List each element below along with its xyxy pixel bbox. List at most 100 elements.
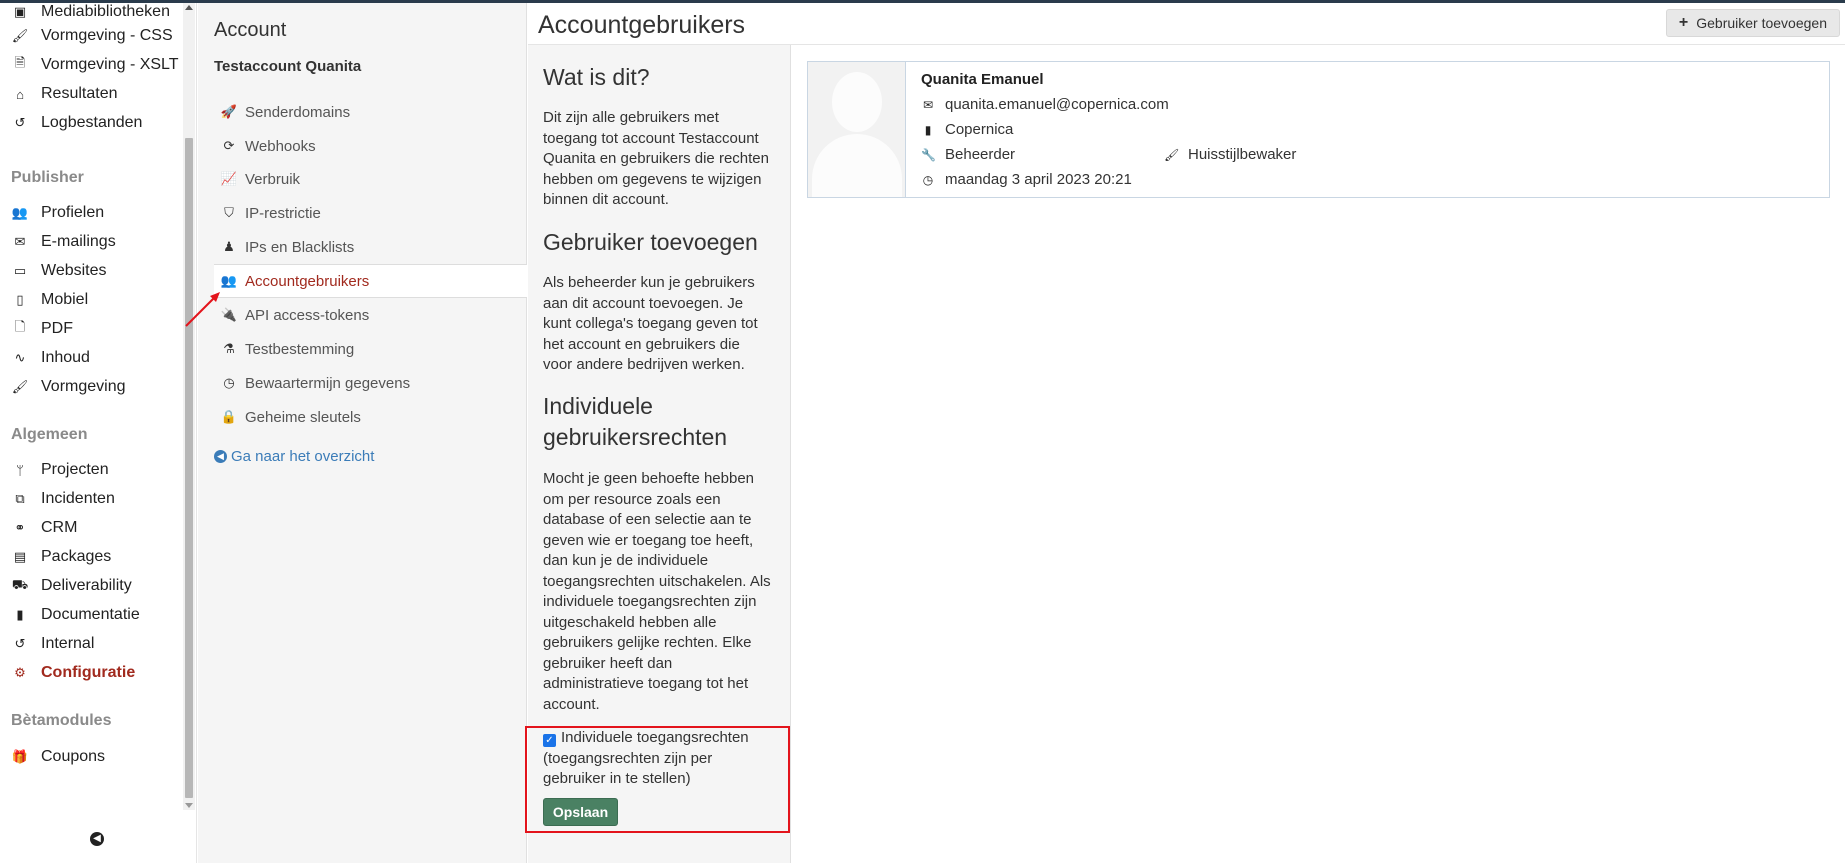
nav-item-e-mailings[interactable]: ✉ E-mailings xyxy=(0,229,180,255)
nav-item-websites[interactable]: ▭ Websites xyxy=(0,258,180,284)
add-user-button-label: Gebruiker toevoegen xyxy=(1696,15,1827,31)
nav-item-vormgeving-xslt[interactable]: 🗎 Vormgeving - XSLT xyxy=(0,52,180,78)
nav-heading-publisher: Publisher xyxy=(11,169,84,186)
shield-icon: ⛉ xyxy=(224,205,234,220)
lock-icon: 🔒 xyxy=(220,409,238,424)
file-pdf-icon: 🗋 xyxy=(14,319,26,334)
submenu-item-accountgebruikers[interactable]: 👥 Accountgebruikers xyxy=(214,264,527,298)
nav-item-configuratie[interactable]: ⚙ Configuratie xyxy=(0,660,180,686)
heading-individual-rights: Individuele gebruikersrechten xyxy=(543,393,728,450)
cogs-icon: ⚙ xyxy=(14,665,26,680)
annotation-arrow-icon xyxy=(185,292,220,327)
paragraph-add-user: Als beheerder kun je gebruikers aan dit … xyxy=(543,274,758,373)
wrench-icon: 🔧 xyxy=(921,147,936,162)
collapse-sidebar-icon[interactable]: ◀ xyxy=(90,832,104,846)
submenu-item-bewaartermijn-gegevens[interactable]: ◷ Bewaartermijn gegevens xyxy=(214,366,527,400)
nav-item-packages[interactable]: ▤ Packages xyxy=(0,544,180,570)
user-secret-icon: ♟ xyxy=(223,239,235,254)
nav-heading-algemeen: Algemeen xyxy=(11,426,88,443)
rocket-icon: 🚀 xyxy=(220,104,238,119)
user-card[interactable]: Quanita Emanuel ✉ quanita.emanuel@copern… xyxy=(807,61,1830,198)
flask-icon: ⚗ xyxy=(223,341,235,356)
scrollbar-thumb[interactable] xyxy=(185,138,193,798)
sidebar-scrollbar[interactable] xyxy=(183,3,195,810)
paragraph-individual-rights: Mocht je geen behoefte hebben om per res… xyxy=(543,470,771,713)
nav-item-projecten[interactable]: ᛘ Projecten xyxy=(0,457,180,483)
submenu-item-webhooks[interactable]: ⟳ Webhooks xyxy=(214,129,527,163)
desktop-icon: ▭ xyxy=(13,263,27,278)
file-code-icon: 🗎 xyxy=(14,55,26,70)
brush-icon: 🖌 xyxy=(11,28,29,43)
paragraph-what-is-this: Dit zijn alle gebruikers met toegang tot… xyxy=(543,109,769,208)
id-card-icon: ▤ xyxy=(13,549,27,564)
history-icon: ↺ xyxy=(14,115,26,130)
nav-item-mediabibliotheken[interactable]: ▣ Mediabibliotheken xyxy=(0,0,180,25)
page-header: Accountgebruikers + Gebruiker toevoegen xyxy=(528,3,1845,45)
users-icon: 👥 xyxy=(11,205,29,220)
nav-item-logbestanden[interactable]: ↺ Logbestanden xyxy=(0,110,180,136)
image-icon: ▣ xyxy=(13,4,27,19)
user-name: Quanita Emanuel xyxy=(921,71,1044,88)
add-user-button[interactable]: + Gebruiker toevoegen xyxy=(1665,9,1840,37)
gift-icon: 🎁 xyxy=(11,749,29,764)
submenu-item-senderdomains[interactable]: 🚀 Senderdomains xyxy=(214,95,527,129)
inbox-icon: ⌂ xyxy=(16,86,24,102)
scroll-down-arrow-icon[interactable] xyxy=(185,803,193,808)
user-last-login: maandag 3 april 2023 20:21 xyxy=(945,171,1132,188)
heading-what-is-this: Wat is dit? xyxy=(543,64,650,90)
avatar-placeholder-head xyxy=(832,72,882,132)
user-role-huisstijlbewaker: Huisstijlbewaker xyxy=(1188,146,1297,163)
brush-icon: 🖌 xyxy=(1164,147,1180,162)
back-to-overview-link[interactable]: ◀ Ga naar het overzicht xyxy=(214,448,374,465)
nav-item-internal[interactable]: ↺ Internal xyxy=(0,631,180,657)
submenu-item-ip-restrictie[interactable]: ⛉ IP-restrictie xyxy=(214,196,527,230)
nav-item-vormgeving-css[interactable]: 🖌 Vormgeving - CSS xyxy=(0,23,180,49)
submenu-title: Account xyxy=(214,19,287,41)
nav-item-deliverability[interactable]: ⛟ Deliverability xyxy=(0,573,180,599)
envelope-icon: ✉ xyxy=(14,234,26,249)
submenu-item-ips-en-blacklists[interactable]: ♟ IPs en Blacklists xyxy=(214,230,527,264)
nav-item-profielen[interactable]: 👥 Profielen xyxy=(0,200,180,226)
user-last-login-row: ◷ maandag 3 april 2023 20:21 xyxy=(921,171,1132,188)
back-link-label: Ga naar het overzicht xyxy=(231,448,375,465)
brush-icon: 🖌 xyxy=(11,379,29,394)
nav-item-incidenten[interactable]: ⧉ Incidenten xyxy=(0,486,180,512)
submenu-item-geheime-sleutels[interactable]: 🔒 Geheime sleutels xyxy=(214,400,527,434)
envelope-icon: ✉ xyxy=(922,97,934,112)
user-role-beheerder: Beheerder xyxy=(945,146,1016,163)
nav-item-vormgeving[interactable]: 🖌 Vormgeving xyxy=(0,374,180,400)
avatar xyxy=(808,62,906,197)
nav-item-crm[interactable]: ⚭ CRM xyxy=(0,515,180,541)
nav-item-inhoud[interactable]: ∿ Inhoud xyxy=(0,345,180,371)
heading-add-user: Gebruiker toevoegen xyxy=(543,229,758,255)
users-icon: 👥 xyxy=(220,273,238,288)
submenu-item-api-access-tokens[interactable]: 🔌 API access-tokens xyxy=(214,298,527,332)
nav-item-pdf[interactable]: 🗋 PDF xyxy=(0,316,180,342)
clock-icon: ◷ xyxy=(223,375,235,390)
nav-item-mobiel[interactable]: ▯ Mobiel xyxy=(0,287,180,313)
file-icon: ▮ xyxy=(16,607,24,622)
user-role2-row: 🖌 Huisstijlbewaker xyxy=(1164,146,1296,163)
user-company-row: ▮ Copernica xyxy=(921,121,1014,138)
avatar-placeholder-body xyxy=(812,134,902,197)
main-sidebar: ▣ Mediabibliotheken 🖌 Vormgeving - CSS 🗎… xyxy=(0,3,197,863)
line-chart-icon: 📈 xyxy=(220,171,238,186)
history-icon: ↺ xyxy=(14,636,26,651)
submenu-item-testbestemming[interactable]: ⚗ Testbestemming xyxy=(214,332,527,366)
handshake-icon: ⚭ xyxy=(14,520,26,535)
arrow-circle-left-icon: ◀ xyxy=(214,450,227,463)
mobile-icon: ▯ xyxy=(16,292,24,307)
nav-item-resultaten[interactable]: ⌂ Resultaten xyxy=(0,81,180,107)
page-title: Accountgebruikers xyxy=(538,11,746,39)
user-email: quanita.emanuel@copernica.com xyxy=(945,96,1169,113)
nav-item-coupons[interactable]: 🎁 Coupons xyxy=(0,744,180,770)
nav-heading-betamodules: Bètamodules xyxy=(11,712,112,729)
user-email-row: ✉ quanita.emanuel@copernica.com xyxy=(921,96,1169,113)
scroll-up-arrow-icon[interactable] xyxy=(185,5,193,10)
user-role-row: 🔧 Beheerder xyxy=(921,146,1015,163)
account-submenu: Account Testaccount Quanita 🚀 Senderdoma… xyxy=(198,3,527,863)
nav-item-documentatie[interactable]: ▮ Documentatie xyxy=(0,602,180,628)
branch-icon: ᛘ xyxy=(16,462,24,478)
rss-icon: ∿ xyxy=(14,350,26,365)
submenu-item-verbruik[interactable]: 📈 Verbruik xyxy=(214,162,527,196)
